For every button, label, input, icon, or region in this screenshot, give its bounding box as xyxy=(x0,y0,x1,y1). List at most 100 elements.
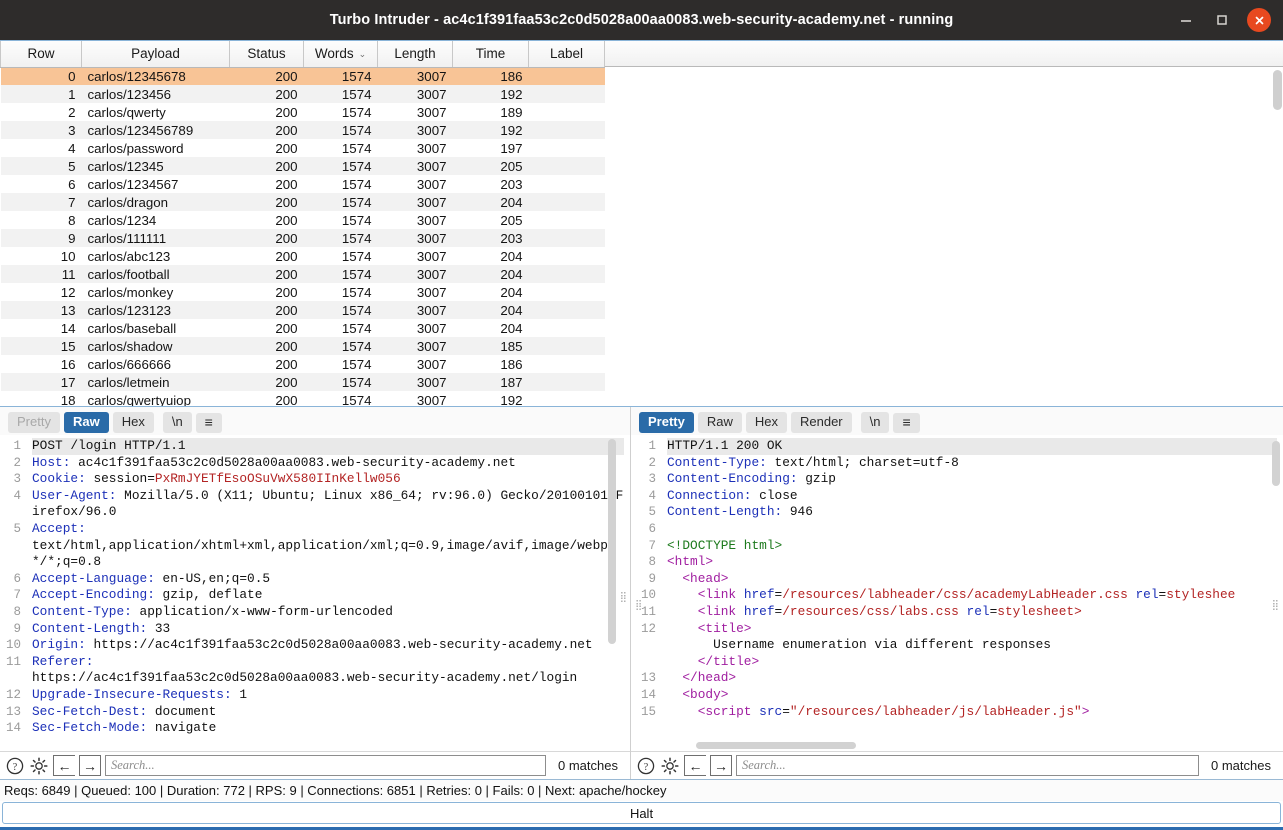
minimize-icon[interactable] xyxy=(1175,9,1197,31)
table-row[interactable]: 10 carlos/abc123 200 1574 3007 204 xyxy=(1,247,605,265)
cell-label xyxy=(528,373,605,391)
column-header-row[interactable]: Row xyxy=(0,41,82,68)
cell-length: 3007 xyxy=(416,212,447,228)
cell-length: 3007 xyxy=(377,373,453,391)
close-icon[interactable] xyxy=(1247,8,1271,32)
response-content[interactable]: HTTP/1.1 200 OK Content-Type: text/html; … xyxy=(661,435,1283,751)
cell-payload: carlos/qwerty xyxy=(87,104,166,120)
cell-status: 200 xyxy=(229,85,304,103)
cell-length: 3007 xyxy=(416,248,447,264)
response-vertical-scrollbar[interactable] xyxy=(1272,441,1280,486)
results-table-vertical-scrollbar[interactable] xyxy=(1273,70,1282,110)
table-row[interactable]: 12 carlos/monkey 200 1574 3007 204 xyxy=(1,283,605,301)
maximize-icon[interactable] xyxy=(1211,9,1233,31)
table-row[interactable]: 4 carlos/password 200 1574 3007 197 xyxy=(1,139,605,157)
cell-label xyxy=(528,337,605,355)
results-table-body: 0 carlos/12345678 200 1574 3007 186 1 carlos/12… xyxy=(0,67,605,407)
gear-icon[interactable] xyxy=(29,756,49,776)
table-row[interactable]: 14 carlos/baseball 200 1574 3007 204 xyxy=(1,319,605,337)
table-row[interactable]: 11 carlos/football 200 1574 3007 204 xyxy=(0,265,605,283)
request-menu-icon[interactable]: ≡ xyxy=(195,412,222,433)
table-row[interactable]: 2 carlos/qwerty 200 1574 3007 189 xyxy=(1,103,605,121)
gear-icon[interactable] xyxy=(660,756,680,776)
response-line-number: 6 xyxy=(648,521,656,536)
response-right-splitter-grip[interactable]: ⣿ xyxy=(1272,601,1279,611)
cell-time: 192 xyxy=(452,121,529,139)
tab-request-pretty[interactable]: Pretty xyxy=(8,412,60,433)
search-prev-icon[interactable]: ← xyxy=(53,755,75,776)
request-line: Host: ac4c1f391faa53c2c0d5028a00aa0083.w… xyxy=(32,454,516,470)
column-header-payload[interactable]: Payload xyxy=(81,41,230,68)
table-row[interactable]: 5 carlos/12345 200 1574 3007 205 xyxy=(0,157,605,175)
cell-length: 3007 xyxy=(416,176,447,192)
cell-payload: carlos/12345 xyxy=(81,157,230,175)
tab-response-hex[interactable]: Hex xyxy=(745,412,787,433)
cell-length: 3007 xyxy=(416,140,447,156)
table-row[interactable]: 18 carlos/qwertyuiop 200 1574 3007 192 xyxy=(1,391,605,407)
window-controls xyxy=(1175,8,1283,32)
response-search-input[interactable]: Search... xyxy=(736,755,1200,776)
cell-time: 203 xyxy=(452,229,529,247)
cell-time: 186 xyxy=(452,67,529,85)
column-header-words[interactable]: Words ⌄ xyxy=(303,41,378,68)
request-line-number: 4 xyxy=(13,488,21,503)
request-search-input[interactable]: Search... xyxy=(105,755,547,776)
column-header-status[interactable]: Status xyxy=(229,41,304,68)
response-line-number: 14 xyxy=(640,687,656,702)
table-row[interactable]: 8 carlos/1234 200 1574 3007 205 xyxy=(1,211,605,229)
table-row[interactable]: 15 carlos/shadow 200 1574 3007 185 xyxy=(0,337,605,355)
request-vertical-scrollbar[interactable] xyxy=(608,439,616,644)
search-next-icon[interactable]: → xyxy=(79,755,101,776)
halt-button[interactable]: Halt xyxy=(2,802,1281,824)
request-editor[interactable]: 1 2 3 4 5 6 7 8 9 10 11 12 13 14 POST /login HTTP/1.1… xyxy=(0,435,630,751)
table-row[interactable]: 0 carlos/12345678 200 1574 3007 186 xyxy=(0,67,605,85)
cell-time: 204 xyxy=(452,301,529,319)
tab-request-newline[interactable]: \n xyxy=(162,412,192,433)
cell-length: 3007 xyxy=(377,121,453,139)
cell-label xyxy=(528,193,605,211)
help-icon[interactable]: ? xyxy=(636,756,656,776)
cell-words: 1574 xyxy=(341,212,372,228)
tab-response-raw[interactable]: Raw xyxy=(697,412,742,433)
table-row[interactable]: 3 carlos/123456789 200 1574 3007 192 xyxy=(0,121,605,139)
cell-label xyxy=(528,157,605,175)
table-row[interactable]: 1 carlos/123456 200 1574 3007 192 xyxy=(0,85,605,103)
response-menu-icon[interactable]: ≡ xyxy=(893,412,920,433)
table-row[interactable]: 7 carlos/dragon 200 1574 3007 204 xyxy=(0,193,605,211)
request-line-number: 11 xyxy=(5,654,21,669)
table-row[interactable]: 17 carlos/letmein 200 1574 3007 187 xyxy=(0,373,605,391)
request-splitter-grip[interactable]: ⣿ xyxy=(620,593,627,603)
response-line-number: 13 xyxy=(640,671,656,686)
search-next-icon[interactable]: → xyxy=(710,755,732,776)
table-row[interactable]: 16 carlos/666666 200 1574 3007 186 xyxy=(1,355,605,373)
results-table-header-filler xyxy=(605,41,1283,67)
response-horizontal-scrollbar[interactable] xyxy=(696,742,856,749)
response-line: <body> xyxy=(682,686,729,702)
cell-label xyxy=(528,265,605,283)
tab-response-newline[interactable]: \n xyxy=(860,412,890,433)
cell-length: 3007 xyxy=(416,320,447,336)
tab-response-render[interactable]: Render xyxy=(791,412,852,433)
response-line-number: 8 xyxy=(648,555,656,570)
table-row[interactable]: 9 carlos/111111 200 1574 3007 203 xyxy=(0,229,605,247)
request-line-number: 8 xyxy=(13,604,21,619)
table-row[interactable]: 6 carlos/1234567 200 1574 3007 203 xyxy=(1,175,605,193)
response-line-number: 9 xyxy=(648,571,656,586)
search-prev-icon[interactable]: ← xyxy=(684,755,706,776)
cell-row: 16 xyxy=(60,356,76,372)
column-header-label[interactable]: Label xyxy=(528,41,605,68)
request-line: Referer: https://ac4c1f391faa53c2c0d5028… xyxy=(32,653,578,686)
cell-row: 6 xyxy=(68,176,76,192)
response-editor[interactable]: ⣿ 1 2 3 4 5 6 7 8 9 10 11 12 13 14 15 HTTP/1.1 200 OK C… xyxy=(631,435,1283,751)
tab-response-pretty[interactable]: Pretty xyxy=(639,412,694,433)
help-icon[interactable]: ? xyxy=(5,756,25,776)
column-header-time[interactable]: Time xyxy=(452,41,529,68)
tab-request-raw[interactable]: Raw xyxy=(63,412,109,433)
column-header-length[interactable]: Length xyxy=(377,41,453,68)
cell-payload: carlos/dragon xyxy=(81,193,230,211)
cell-row: 14 xyxy=(60,320,76,336)
request-content[interactable]: POST /login HTTP/1.1 Host: ac4c1f391faa53… xyxy=(26,435,630,751)
tab-request-hex[interactable]: Hex xyxy=(112,412,154,433)
table-row[interactable]: 13 carlos/123123 200 1574 3007 204 xyxy=(0,301,605,319)
response-left-splitter-grip[interactable]: ⣿ xyxy=(635,601,642,611)
